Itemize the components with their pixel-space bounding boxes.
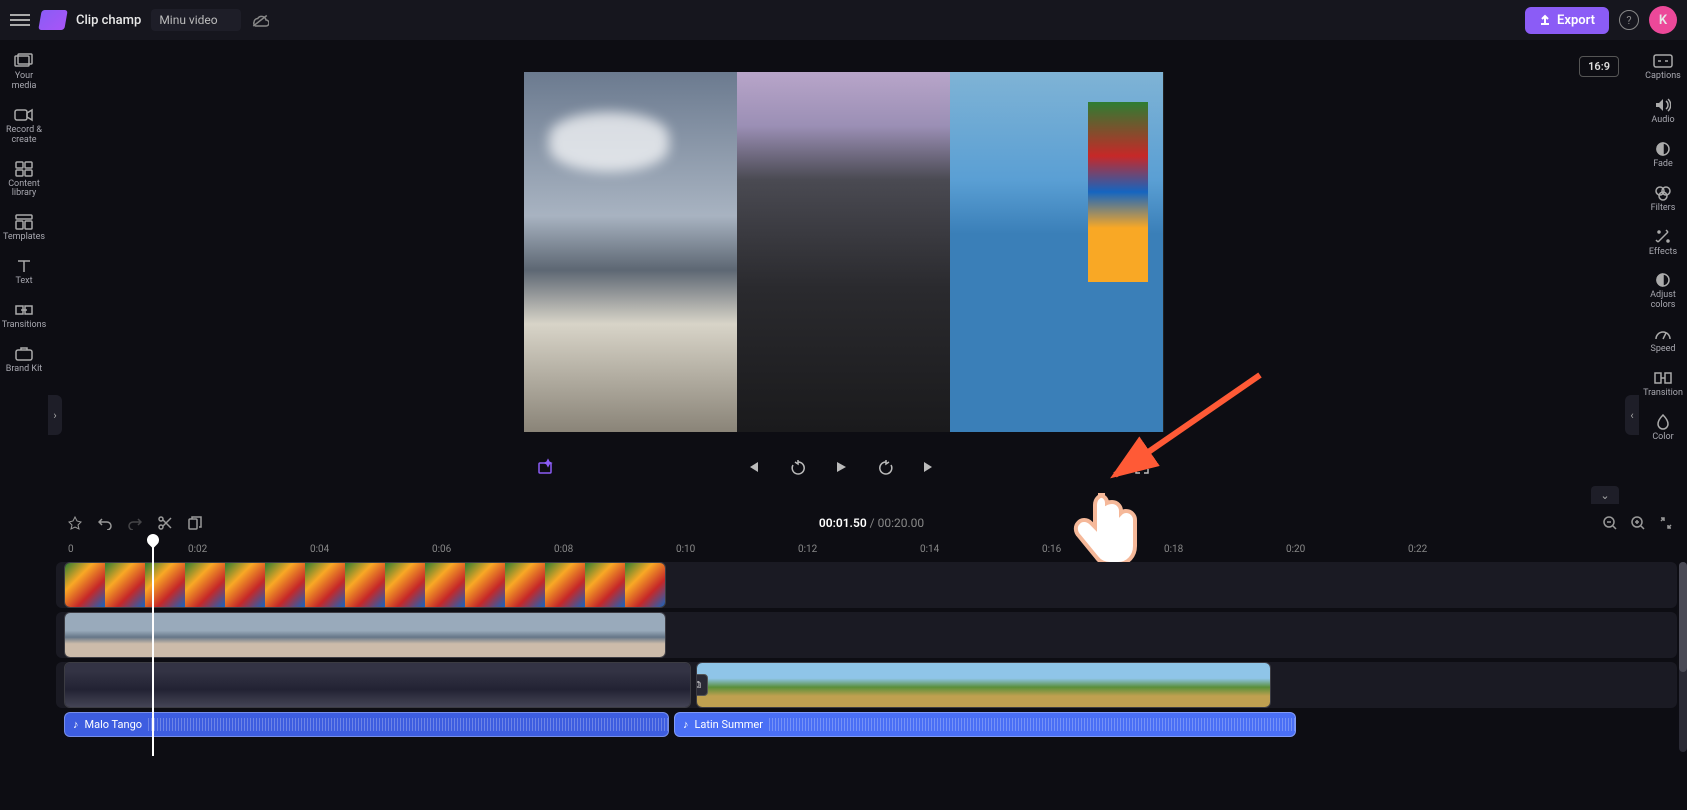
timeline-tracks: ⧉ ♪ Malo Tango ♪ Latin Summer	[56, 562, 1677, 741]
sidebar-item-text[interactable]: Text	[2, 253, 46, 291]
preview-pane-mountain	[524, 72, 737, 432]
video-track-2[interactable]	[56, 612, 1677, 658]
sidebar-item-transitions[interactable]: Transitions	[2, 297, 46, 335]
clip-mountain[interactable]	[64, 612, 666, 658]
timeline-toolbar: 00:01.50 / 00:20.00	[56, 508, 1687, 538]
captions-icon	[1651, 52, 1675, 70]
audio-track[interactable]: ♪ Malo Tango ♪ Latin Summer	[56, 712, 1677, 737]
panel-item-adjust-colors[interactable]: Adjust colors	[1641, 267, 1685, 315]
adjust-colors-icon	[1651, 271, 1675, 289]
panel-item-audio[interactable]: Audio	[1641, 92, 1685, 130]
right-sidebar: Captions Audio Fade Filters Effects Adju…	[1639, 40, 1687, 510]
waveform-icon	[148, 718, 668, 732]
audio-clip-2[interactable]: ♪ Latin Summer	[674, 712, 1296, 737]
collapse-preview-button[interactable]: ⌄	[1591, 486, 1619, 504]
aspect-ratio-selector[interactable]: 16:9	[1579, 56, 1619, 77]
filters-icon	[1651, 184, 1675, 202]
timeline-timecode: 00:01.50 / 00:20.00	[819, 516, 924, 530]
undo-button[interactable]	[98, 516, 114, 530]
fit-timeline-button[interactable]	[1659, 516, 1675, 530]
rewind-button[interactable]	[790, 459, 810, 475]
transitions-icon	[12, 301, 36, 319]
zoom-in-button[interactable]	[1631, 516, 1647, 530]
video-track-3[interactable]: ⧉	[56, 662, 1677, 708]
preview-pane-colorful	[950, 72, 1163, 432]
transport-controls	[524, 444, 1164, 490]
panel-item-transition[interactable]: Transition	[1641, 365, 1685, 403]
zoom-out-button[interactable]	[1603, 516, 1619, 530]
preview-pane-city	[737, 72, 950, 432]
panel-item-speed[interactable]: Speed	[1641, 321, 1685, 359]
play-button[interactable]	[834, 460, 854, 474]
video-preview[interactable]	[524, 72, 1164, 432]
video-track-1[interactable]	[56, 562, 1677, 608]
redo-button[interactable]	[128, 516, 144, 530]
sidebar-item-your-media[interactable]: Your media	[2, 48, 46, 96]
audio-clip-title: Latin Summer	[695, 718, 763, 731]
sidebar-item-content-library[interactable]: Content library	[2, 156, 46, 204]
transition-badge-icon[interactable]: ⧉	[696, 674, 708, 696]
sidebar-item-templates[interactable]: Templates	[2, 209, 46, 247]
text-icon	[12, 257, 36, 275]
skip-end-button[interactable]	[922, 460, 942, 474]
project-title-input[interactable]	[151, 9, 241, 31]
audio-clip-title: Malo Tango	[85, 718, 143, 731]
sidebar-item-record[interactable]: Record & create	[2, 102, 46, 150]
menu-button[interactable]	[10, 10, 30, 30]
brand-kit-icon	[12, 345, 36, 363]
panel-item-effects[interactable]: Effects	[1641, 224, 1685, 262]
fade-icon	[1651, 140, 1675, 158]
speed-icon	[1651, 325, 1675, 343]
left-sidebar: Your media Record & create Content libra…	[0, 40, 48, 510]
transition-icon	[1651, 369, 1675, 387]
copy-button[interactable]	[188, 516, 204, 530]
export-button[interactable]: Export	[1525, 7, 1609, 34]
music-note-icon: ♪	[683, 718, 689, 731]
audio-clip-1[interactable]: ♪ Malo Tango	[64, 712, 669, 737]
library-icon	[12, 160, 36, 178]
clip-stadium[interactable]: ⧉	[696, 662, 1271, 708]
timeline-ruler[interactable]: 0 0:02 0:04 0:06 0:08 0:10 0:12 0:14 0:1…	[56, 538, 1687, 560]
panel-item-filters[interactable]: Filters	[1641, 180, 1685, 218]
fullscreen-button[interactable]	[1134, 459, 1150, 475]
help-button[interactable]: ?	[1619, 10, 1639, 30]
export-label: Export	[1557, 13, 1595, 28]
templates-icon	[12, 213, 36, 231]
magic-enhance-button[interactable]	[538, 458, 556, 476]
record-icon	[12, 106, 36, 124]
app-brand: Clip champ	[76, 13, 141, 28]
panel-item-fade[interactable]: Fade	[1641, 136, 1685, 174]
skip-start-button[interactable]	[746, 460, 766, 474]
waveform-icon	[769, 718, 1295, 732]
panel-item-captions[interactable]: Captions	[1641, 48, 1685, 86]
color-icon	[1651, 413, 1675, 431]
clip-colorful[interactable]	[64, 562, 666, 608]
audio-icon	[1651, 96, 1675, 114]
top-bar: Clip champ Export ? K	[0, 0, 1687, 40]
panel-item-color[interactable]: Color	[1641, 409, 1685, 447]
sidebar-item-brand-kit[interactable]: Brand Kit	[2, 341, 46, 379]
clip-city[interactable]	[64, 662, 691, 708]
cloud-sync-icon[interactable]	[251, 13, 269, 27]
auto-tool-button[interactable]	[68, 516, 84, 530]
playhead[interactable]	[152, 538, 154, 756]
app-logo-icon	[38, 10, 68, 30]
music-note-icon: ♪	[73, 718, 79, 731]
timeline-scrollbar[interactable]	[1679, 562, 1687, 752]
forward-button[interactable]	[878, 459, 898, 475]
user-avatar[interactable]: K	[1649, 6, 1677, 34]
preview-area: 16:9 ⌄	[48, 40, 1639, 500]
split-button[interactable]	[158, 516, 174, 530]
media-icon	[12, 52, 36, 70]
effects-icon	[1651, 228, 1675, 246]
